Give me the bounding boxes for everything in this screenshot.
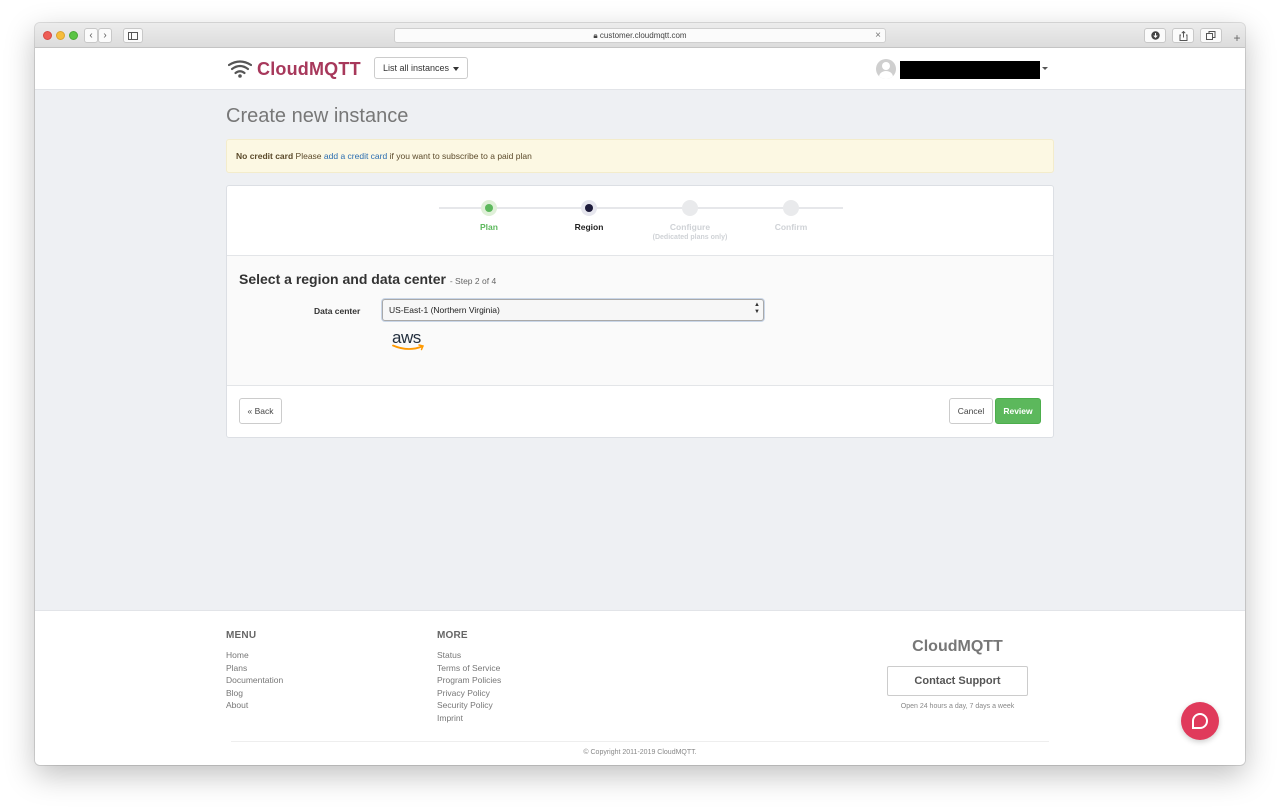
chat-bubble-icon[interactable] <box>1181 702 1219 740</box>
wifi-cloud-icon <box>228 60 252 78</box>
alert-post: if you want to subscribe to a paid plan <box>389 151 532 161</box>
footer-link-security[interactable]: Security Policy <box>437 699 501 712</box>
section-title: Select a region and data center - Step 2… <box>239 271 496 287</box>
step-region-label: Region <box>574 222 604 232</box>
back-nav-icon[interactable]: ‹ <box>84 28 98 43</box>
footer-divider <box>231 741 1049 742</box>
footer-link-about[interactable]: About <box>226 699 283 712</box>
share-icon[interactable] <box>1172 28 1194 43</box>
back-button[interactable]: « Back <box>239 398 282 424</box>
wizard-actions: « Back Cancel Review <box>227 386 1053 437</box>
wizard-panel: Plan Region Configure (Dedicated plans o… <box>226 185 1054 438</box>
region-form: Select a region and data center - Step 2… <box>227 256 1053 386</box>
footer-link-terms[interactable]: Terms of Service <box>437 662 501 675</box>
user-menu-caret-icon[interactable] <box>1042 67 1048 70</box>
step-configure-label: Configure <box>669 222 711 232</box>
cloudmqtt-logo[interactable]: CloudMQTT <box>228 58 361 80</box>
step-active-icon <box>581 200 597 216</box>
forward-nav-icon[interactable]: › <box>98 28 112 43</box>
more-heading: MORE <box>437 630 468 641</box>
site-header: CloudMQTT List all instances <box>35 48 1245 90</box>
support-hours: Open 24 hours a day, 7 days a week <box>900 703 1015 710</box>
footer-menu: MENU Home Plans Documentation Blog About <box>226 630 283 712</box>
caret-down-icon <box>453 66 460 71</box>
url-text: customer.cloudmqtt.com <box>599 31 687 40</box>
redacted-username[interactable] <box>900 61 1040 79</box>
section-title-text: Select a region and data center <box>239 271 446 287</box>
zoom-window-icon[interactable] <box>69 31 78 40</box>
tabs-overview-icon[interactable] <box>1200 28 1222 43</box>
alert-strong: No credit card <box>236 151 294 161</box>
browser-titlebar: ‹ › 🔒︎ customer.cloudmqtt.com × + <box>35 23 1245 48</box>
alert-pre: Please <box>295 151 322 161</box>
cancel-button[interactable]: Cancel <box>949 398 993 424</box>
add-credit-card-link[interactable]: add a credit card <box>324 151 387 161</box>
step-pending-icon <box>783 200 799 216</box>
footer-link-blog[interactable]: Blog <box>226 687 283 700</box>
list-instances-dropdown[interactable]: List all instances <box>374 57 469 79</box>
list-instances-label: List all instances <box>383 63 450 73</box>
footer-brand: CloudMQTT <box>912 638 1003 655</box>
clear-url-icon[interactable]: × <box>875 29 881 42</box>
review-button[interactable]: Review <box>995 398 1041 424</box>
footer-link-plans[interactable]: Plans <box>226 662 283 675</box>
wizard-steps: Plan Region Configure (Dedicated plans o… <box>227 186 1053 256</box>
step-plan-label: Plan <box>480 222 498 232</box>
new-tab-icon[interactable]: + <box>1229 31 1245 48</box>
data-center-select[interactable]: US-East-1 (Northern Virginia) ▲ ▼ <box>382 299 764 321</box>
contact-support-button[interactable]: Contact Support <box>887 666 1028 696</box>
step-indicator: - Step 2 of 4 <box>449 276 497 286</box>
data-center-label: Data center <box>314 306 361 316</box>
downloads-icon[interactable] <box>1144 28 1166 43</box>
step-region: Region <box>539 200 639 232</box>
user-avatar[interactable] <box>876 59 896 79</box>
step-plan[interactable]: Plan <box>439 200 539 232</box>
footer-link-privacy[interactable]: Privacy Policy <box>437 687 501 700</box>
step-confirm: Confirm <box>741 200 841 232</box>
address-bar[interactable]: 🔒︎ customer.cloudmqtt.com × <box>394 28 886 43</box>
site-footer: MENU Home Plans Documentation Blog About… <box>35 610 1245 765</box>
step-pending-icon <box>682 200 698 216</box>
no-credit-card-alert: No credit card Please add a credit card … <box>226 139 1054 173</box>
step-confirm-label: Confirm <box>774 222 808 232</box>
step-done-icon <box>481 200 497 216</box>
step-configure-sub: (Dedicated plans only) <box>652 234 728 241</box>
footer-link-home[interactable]: Home <box>226 649 283 662</box>
footer-link-program-policies[interactable]: Program Policies <box>437 674 501 687</box>
close-window-icon[interactable] <box>43 31 52 40</box>
menu-heading: MENU <box>226 630 257 641</box>
aws-logo: aws <box>392 328 426 351</box>
sidebar-toggle-icon[interactable] <box>123 28 143 43</box>
footer-more: MORE Status Terms of Service Program Pol… <box>437 630 501 725</box>
copyright: © Copyright 2011-2019 CloudMQTT. <box>583 749 697 756</box>
logo-text: CloudMQTT <box>257 58 361 79</box>
page-title: Create new instance <box>226 105 409 127</box>
select-arrows-icon: ▲ ▼ <box>754 302 760 315</box>
footer-link-imprint[interactable]: Imprint <box>437 712 501 725</box>
footer-link-documentation[interactable]: Documentation <box>226 674 283 687</box>
minimize-window-icon[interactable] <box>56 31 65 40</box>
footer-link-status[interactable]: Status <box>437 649 501 662</box>
step-configure: Configure (Dedicated plans only) <box>640 200 740 241</box>
browser-window: ‹ › 🔒︎ customer.cloudmqtt.com × + CloudM… <box>35 23 1245 765</box>
data-center-value: US-East-1 (Northern Virginia) <box>389 305 500 315</box>
